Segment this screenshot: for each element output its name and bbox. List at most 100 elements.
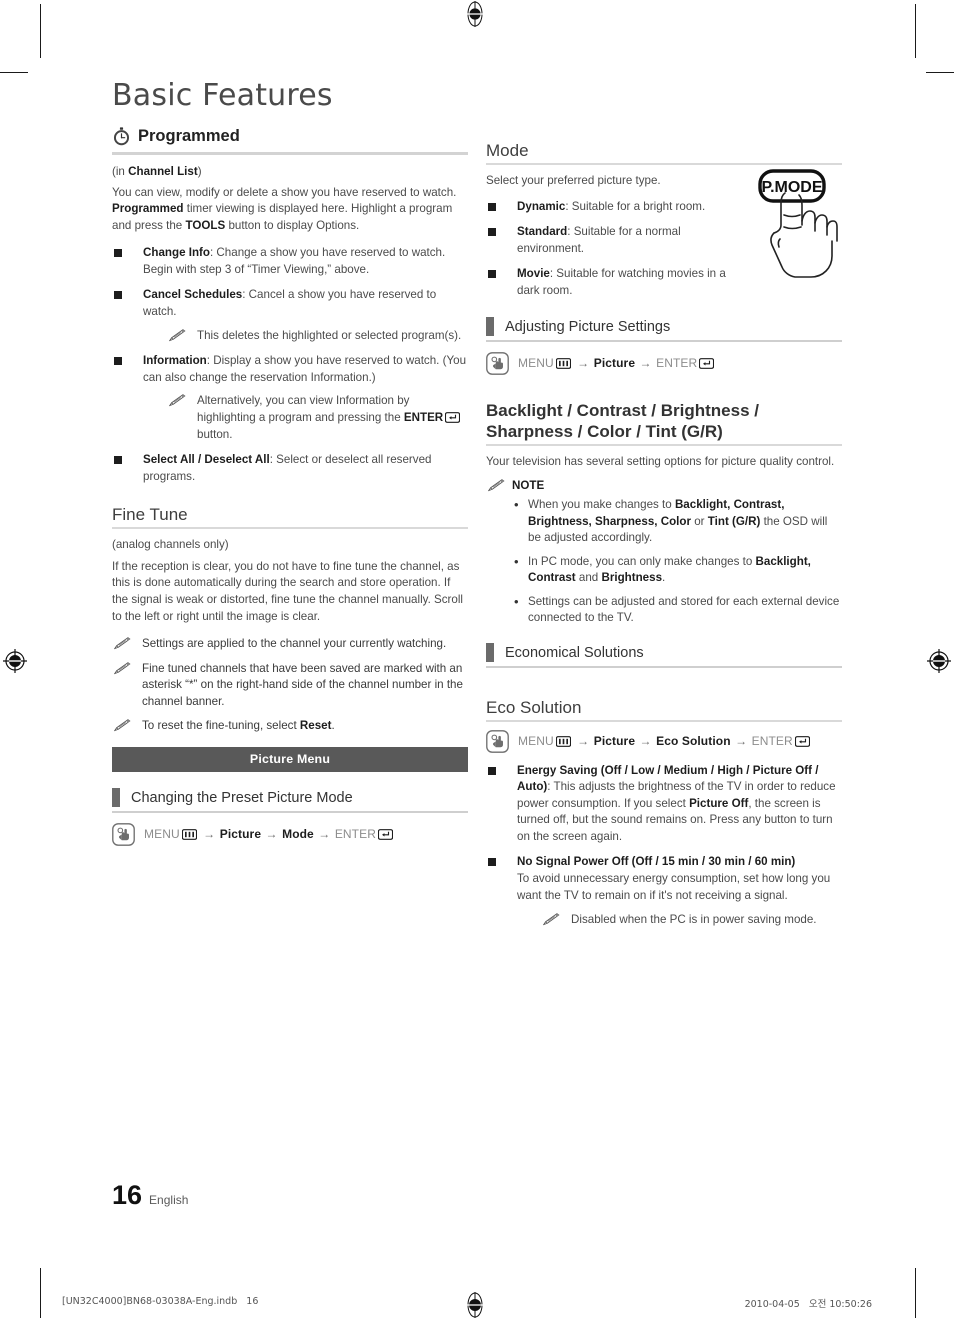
list-item: Select All / Deselect All: Select or des… (112, 452, 468, 485)
fine-tune-body: If the reception is clear, you do not ha… (112, 559, 464, 623)
backlight-note-list: When you make changes to Backlight, Cont… (486, 496, 842, 627)
note-heading: NOTE (486, 479, 842, 492)
enter-glyph-icon (794, 736, 810, 747)
menu-label: MENU (518, 356, 554, 371)
pencil-icon (169, 328, 186, 341)
menu-path-sequence: MENU → Picture → Eco Solution → ENTER (518, 734, 812, 748)
menu-step: Picture (219, 827, 262, 842)
section-marker-block (112, 788, 120, 808)
economical-subheading-label: Economical Solutions (505, 644, 644, 661)
adjusting-subheading: Adjusting Picture Settings (486, 317, 842, 337)
hand-press-icon (486, 729, 509, 753)
menu-glyph-icon (555, 736, 571, 747)
print-footer-timestamp: 2010-04-05 오전 10:50:26 (744, 1299, 872, 1310)
hand-press-icon (112, 822, 135, 846)
adjusting-subheading-label: Adjusting Picture Settings (505, 318, 671, 335)
left-column: Basic Features Programmed (in Channel Li… (112, 78, 468, 856)
list-item: Energy Saving (Off / Low / Medium / High… (486, 763, 842, 846)
page-number: 16 (112, 1180, 143, 1210)
programmed-intro: You can view, modify or delete a show yo… (112, 185, 457, 232)
mode-section: Mode P.MODE Select your preferred pictur… (486, 141, 842, 299)
list-item: Dynamic: Suitable for a bright room. (486, 199, 748, 216)
enter-glyph-icon (445, 412, 461, 423)
mode-bullet-list: Dynamic: Suitable for a bright room. Sta… (486, 199, 748, 300)
list-item: No Signal Power Off (Off / 15 min / 30 m… (486, 854, 842, 928)
list-item: Change Info: Change a show you have rese… (112, 245, 468, 278)
note-label: NOTE (512, 479, 545, 493)
backlight-body: Your television has several setting opti… (486, 455, 835, 469)
preset-mode-subheading-label: Changing the Preset Picture Mode (131, 789, 353, 806)
bullet-text: : Suitable for a bright room. (565, 199, 706, 213)
print-footer-file: [UN32C4000]BN68-03038A-Eng.indb 16 (62, 1296, 259, 1307)
svg-text:P.MODE: P.MODE (761, 179, 822, 196)
section-marker-block (486, 643, 494, 663)
bullet-term: Change Info (143, 246, 210, 260)
page-number-footer: 16 English (112, 1180, 188, 1211)
menu-step: Picture (593, 356, 636, 371)
subnote-prefix: (in (112, 165, 129, 178)
arrow-glyph-icon: → (577, 734, 590, 749)
bullet-term: Energy Saving (Off / Low / Medium / High… (517, 763, 819, 794)
enter-glyph-icon (699, 358, 715, 370)
arrow-glyph-icon: → (639, 734, 652, 749)
menu-path-sequence: MENU → Picture → Mode → ENTER (144, 827, 395, 841)
note-item: Disabled when the PC is in power saving … (541, 912, 842, 929)
pencil-icon (114, 637, 131, 650)
mode-heading-rule (486, 163, 842, 165)
note-item: To reset the fine-tuning, select Reset. (112, 718, 468, 735)
backlight-heading: Backlight / Contrast / Brightness / Shar… (486, 401, 842, 442)
subnote-suffix: ) (197, 165, 202, 178)
programmed-subnote: (in Channel List) (112, 164, 468, 181)
pencil-icon (169, 394, 186, 407)
note-item: This deletes the highlighted or selected… (167, 328, 468, 345)
note-item: Alternatively, you can view Information … (167, 393, 468, 443)
menu-path-eco-solution: MENU → Picture → Eco Solution → ENTER (486, 729, 842, 753)
menu-glyph-icon (555, 358, 571, 370)
list-item: Cancel Schedules: Cancel a show you have… (112, 287, 468, 344)
picture-menu-banner: Picture Menu (112, 747, 468, 773)
enter-label: ENTER (751, 734, 793, 749)
menu-path-adjusting: MENU → Picture → ENTER (486, 352, 842, 375)
pencil-icon (114, 661, 131, 674)
programmed-bullet-list: Change Info: Change a show you have rese… (112, 245, 468, 485)
right-column: Mode P.MODE Select your preferred pictur… (486, 78, 842, 938)
economical-rule (486, 666, 842, 668)
hand-press-icon (486, 352, 509, 375)
eco-solution-heading: Eco Solution (486, 697, 582, 717)
page-title: Basic Features (112, 78, 333, 113)
note-text: Fine tuned channels that have been saved… (142, 661, 463, 708)
bullet-term: Standard (517, 225, 568, 239)
arrow-glyph-icon: → (735, 734, 748, 749)
bullet-term: Dynamic (517, 199, 566, 213)
bullet-term: Cancel Schedules (143, 288, 243, 302)
fine-tune-subnote: (analog channels only) (112, 538, 229, 552)
preset-mode-subheading: Changing the Preset Picture Mode (112, 788, 468, 808)
programmed-heading-rule (112, 152, 468, 155)
subnote-bold: Channel List (128, 165, 198, 178)
bullet-term: Information (143, 354, 207, 368)
bullet-term: Movie (517, 267, 550, 281)
note-text: This deletes the highlighted or selected… (197, 328, 462, 342)
enter-label: ENTER (334, 827, 376, 842)
arrow-glyph-icon: → (203, 827, 216, 842)
fine-tune-heading: Fine Tune (112, 505, 188, 525)
note-text: Disabled when the PC is in power saving … (571, 913, 817, 927)
menu-label: MENU (518, 734, 554, 749)
arrow-glyph-icon: → (265, 827, 278, 842)
menu-glyph-icon (181, 829, 197, 840)
fine-tune-heading-rule (112, 527, 468, 530)
pencil-icon (114, 719, 131, 732)
bullet-term: Select All / Deselect All (143, 453, 270, 467)
menu-step: Picture (593, 734, 636, 749)
list-item: Settings can be adjusted and stored for … (486, 593, 842, 627)
mode-heading: Mode (486, 141, 529, 160)
preset-mode-rule (112, 811, 468, 813)
pencil-icon (543, 913, 560, 926)
note-text: Settings are applied to the channel your… (142, 637, 447, 651)
programmed-heading-label: Programmed (138, 127, 240, 145)
list-item: When you make changes to Backlight, Cont… (486, 496, 842, 547)
menu-path-sequence: MENU → Picture → ENTER (518, 356, 716, 370)
section-marker-block (486, 317, 494, 337)
two-column-layout: Basic Features Programmed (in Channel Li… (112, 78, 842, 938)
stopwatch-icon (113, 127, 130, 146)
